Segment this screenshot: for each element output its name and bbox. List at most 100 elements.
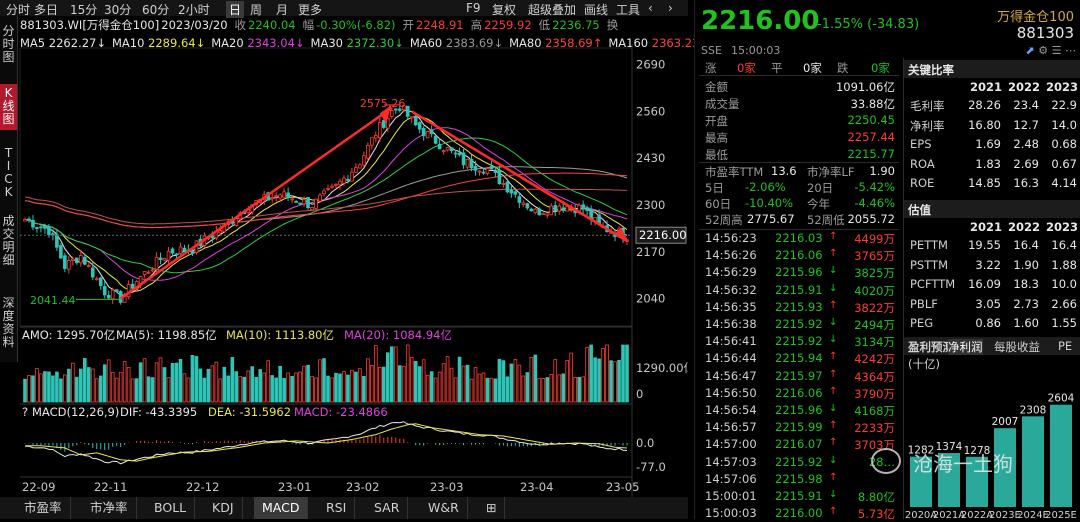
stat-label-4: 最低: [705, 148, 728, 162]
volume-bar: [282, 378, 286, 403]
indicator-tab-6[interactable]: SAR: [366, 497, 409, 519]
tick-amount: 2233万: [854, 421, 895, 436]
volume-tick: 1290.00亿: [636, 361, 688, 375]
tick-down-icon: ↓: [829, 317, 838, 328]
volume-bar: [59, 378, 63, 403]
date-tick: 23-05: [606, 480, 639, 494]
volume-bar: [206, 368, 211, 403]
indicator-tab-3[interactable]: KDJ: [204, 497, 243, 519]
ratio-value: 1.69: [975, 137, 1001, 151]
forecast-tab-3[interactable]: PE: [1058, 339, 1072, 353]
candle-body: [298, 202, 302, 205]
tick-down-icon: ↓: [829, 282, 838, 294]
candle-body: [35, 227, 39, 229]
candle-body: [577, 204, 581, 212]
ratio-value: 0.86: [975, 316, 1001, 330]
forecast-bar-label: 2604: [1048, 393, 1075, 405]
exchange-label: SSE: [701, 44, 722, 57]
volume-bar: [202, 377, 207, 403]
tick-up-icon: ↑: [829, 351, 838, 363]
candle-body: [278, 194, 282, 199]
indicator-tab-0[interactable]: 市盈率: [16, 497, 71, 519]
volume-tick: 0: [636, 387, 643, 401]
candle-body: [421, 128, 426, 137]
candle-body: [449, 147, 454, 152]
ratio-value: 16.4: [1013, 238, 1039, 252]
date-tick: 22-11: [94, 480, 127, 494]
settings-icon[interactable]: ⚙: [1038, 44, 1048, 57]
ratio-value: 1.88: [1051, 257, 1077, 272]
list-icon[interactable]: ☰: [1052, 44, 1062, 57]
kline-chart[interactable]: 2575.26 2041.44 2690 2560 2430 2300 2170 2040 22…: [0, 0, 688, 497]
tick-amount: 3825万: [854, 266, 895, 281]
volume-bar: [286, 372, 290, 403]
indicator-tab-5[interactable]: RSI: [318, 497, 356, 519]
tick-up-icon: ↑: [829, 385, 838, 397]
ratio-value: 12.7: [1013, 117, 1039, 132]
ratio-label: PSTTM: [910, 257, 949, 272]
volume-bar: [134, 378, 139, 403]
ma-line-1: [24, 115, 628, 292]
volume-bar: [605, 344, 609, 403]
volume-bar: [254, 376, 259, 403]
tick-price: 2216.00: [775, 506, 823, 521]
volume-bar: [401, 365, 406, 403]
stat-value-2: 2250.45: [847, 113, 895, 127]
candle-body: [67, 260, 71, 270]
candle-body: [310, 207, 314, 211]
volume-bar: [577, 376, 581, 403]
stats-column: 涨 0家 平 0家 跌 0家 金额 1091.06亿 成交量 33.88亿 开盘 2250.45 最高 2…: [699, 58, 899, 521]
volume-bar: [457, 356, 462, 403]
trend-line-up: [119, 106, 393, 300]
forecast-bar: [1050, 404, 1072, 507]
volume-bar: [565, 360, 570, 403]
indicator-tab-8[interactable]: ⊞: [478, 497, 506, 519]
volume-bar: [481, 372, 486, 403]
volume-bar: [589, 344, 593, 403]
candle-body: [541, 213, 546, 215]
volume-bar: [186, 377, 191, 403]
candle-body: [581, 204, 585, 210]
macd-question-icon[interactable]: ?: [22, 405, 28, 419]
more-icon[interactable]: ⋯: [1065, 44, 1076, 57]
candle-body: [505, 181, 510, 193]
volume-bar: [314, 377, 318, 403]
tick-time: 14:56:26: [705, 248, 757, 263]
volume-bar: [306, 364, 310, 403]
date-tick: 23-03: [430, 480, 463, 494]
volume-bar: [625, 344, 629, 403]
forecast-tab-2[interactable]: 每股收益: [994, 339, 1040, 355]
tick-down-icon: ↓: [829, 265, 838, 277]
forecast-tab-1[interactable]: 净利润: [948, 339, 983, 355]
candle-body: [182, 247, 187, 252]
volume-bar: [621, 344, 625, 403]
volume-bar: [234, 371, 239, 403]
volume-bar: [346, 374, 350, 403]
ratio-value: 16.80: [968, 117, 1001, 132]
indicator-tab-4[interactable]: MACD: [254, 497, 309, 519]
volume-bar: [63, 374, 67, 403]
indicator-tab-7[interactable]: W&R: [420, 497, 468, 519]
candle-body: [314, 198, 318, 209]
ratio-value: 2.69: [1013, 156, 1039, 171]
tick-price: 2215.92: [775, 317, 823, 331]
tick-price: 2216.06: [775, 385, 823, 400]
ratio-value: 2.66: [1051, 296, 1077, 311]
candle-body: [481, 171, 486, 174]
tick-down-icon: ↓: [829, 454, 838, 466]
share-icon[interactable]: ⬈: [1026, 44, 1035, 57]
indicator-tab-2[interactable]: BOLL: [146, 497, 196, 519]
price-pane-frame: [19, 47, 633, 327]
candle-body: [342, 177, 346, 184]
tick-time: 14:57:03: [705, 454, 757, 469]
price-tick: 2170: [636, 245, 665, 259]
candle-body: [473, 166, 478, 171]
candle-body: [79, 255, 83, 264]
candle-body: [537, 208, 542, 216]
quote-time: 15:00:03: [731, 44, 781, 57]
indicator-tab-1[interactable]: 市净率: [82, 497, 137, 519]
candle-body: [409, 116, 414, 119]
volume-bar: [214, 361, 219, 403]
tick-time: 14:56:54: [705, 403, 757, 417]
volume-bar: [469, 378, 474, 403]
